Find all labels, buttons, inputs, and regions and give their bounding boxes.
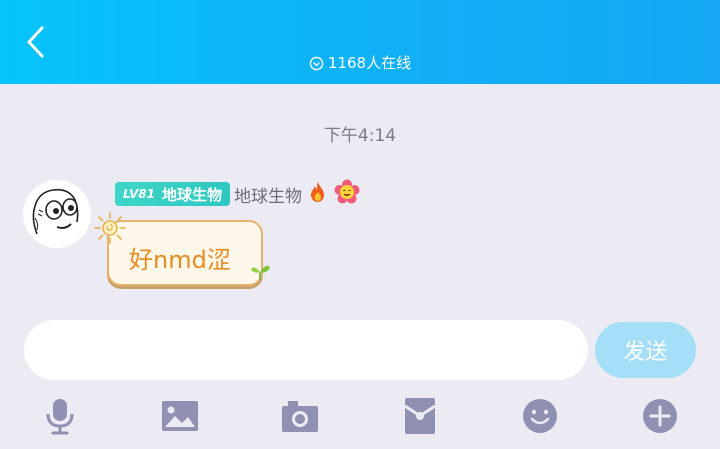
- microphone-icon: [46, 399, 74, 435]
- plus-icon: [643, 399, 677, 433]
- camera-icon: [282, 401, 318, 432]
- online-count: 1168人在线: [0, 52, 720, 73]
- meme-face-avatar: [32, 188, 79, 235]
- level-title: 地球生物: [161, 185, 222, 204]
- red-packet-icon: [404, 398, 436, 434]
- emoji-icon: [523, 399, 557, 433]
- sprout-decoration-icon: [251, 265, 270, 280]
- image-icon: [162, 401, 198, 431]
- online-count-text: 1168人在线: [327, 54, 412, 72]
- image-button[interactable]: [158, 394, 202, 438]
- avatar[interactable]: [23, 180, 91, 248]
- red-packet-button[interactable]: [398, 394, 442, 438]
- more-button[interactable]: [638, 394, 682, 438]
- chevron-down-circle-icon: [309, 56, 324, 71]
- microphone-button[interactable]: [38, 394, 82, 438]
- fire-icon: [306, 180, 330, 208]
- input-toolbar: [0, 390, 720, 440]
- emoji-button[interactable]: [518, 394, 562, 438]
- sender-nickname[interactable]: 地球生物: [234, 182, 302, 207]
- level-badge: LV81 地球生物: [115, 182, 230, 206]
- message-time: 下午4:14: [323, 126, 397, 146]
- level-prefix: LV81: [123, 187, 155, 201]
- sender-name-row: LV81 地球生物 地球生物: [115, 179, 360, 209]
- send-button[interactable]: 发送: [595, 322, 696, 378]
- message-bubble[interactable]: 好nmd涩: [92, 210, 277, 296]
- sun-decoration-icon: [94, 212, 126, 244]
- flower-emoji-icon: [334, 179, 360, 209]
- message-input[interactable]: [24, 320, 588, 380]
- message-text: 好nmd涩: [129, 246, 231, 274]
- header-bar: 1168人在线: [0, 0, 720, 84]
- camera-button[interactable]: [278, 394, 322, 438]
